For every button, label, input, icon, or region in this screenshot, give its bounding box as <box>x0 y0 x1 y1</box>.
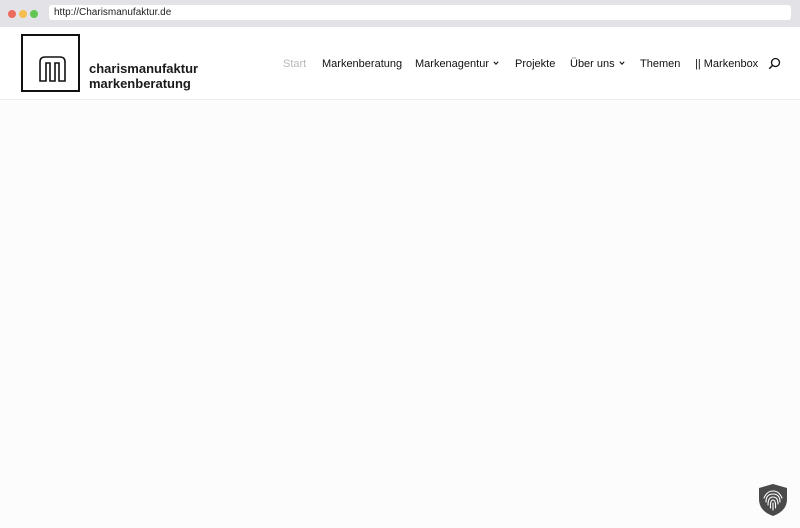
nav-item-markenberatung[interactable]: Markenberatung <box>322 57 402 71</box>
nav-item-start[interactable]: Start <box>283 57 306 71</box>
main-navigation: Start Markenberatung Markenagentur Proje… <box>0 57 800 71</box>
browser-toolbar: http://Charismanufaktur.de <box>0 0 800 27</box>
search-icon[interactable] <box>768 57 781 70</box>
minimize-window-button[interactable] <box>19 10 27 18</box>
nav-item-themen[interactable]: Themen <box>640 57 680 71</box>
site-header: charismanufaktur markenberatung Start Ma… <box>0 27 800 100</box>
nav-item-label: Markenagentur <box>415 58 489 70</box>
chevron-down-icon <box>493 61 499 66</box>
nav-item-markenbox[interactable]: || Markenbox <box>695 57 758 71</box>
nav-item-projekte[interactable]: Projekte <box>515 57 555 71</box>
chevron-down-icon <box>619 61 625 66</box>
maximize-window-button[interactable] <box>30 10 38 18</box>
nav-item-label: Über uns <box>570 58 615 70</box>
address-bar[interactable]: http://Charismanufaktur.de <box>49 5 791 20</box>
brand-line-2: markenberatung <box>89 76 191 91</box>
fingerprint-shield-icon[interactable] <box>757 483 789 517</box>
nav-item-markenagentur[interactable]: Markenagentur <box>415 57 499 71</box>
nav-item-ueber-uns[interactable]: Über uns <box>570 57 625 71</box>
main-content <box>0 101 800 528</box>
close-window-button[interactable] <box>8 10 16 18</box>
